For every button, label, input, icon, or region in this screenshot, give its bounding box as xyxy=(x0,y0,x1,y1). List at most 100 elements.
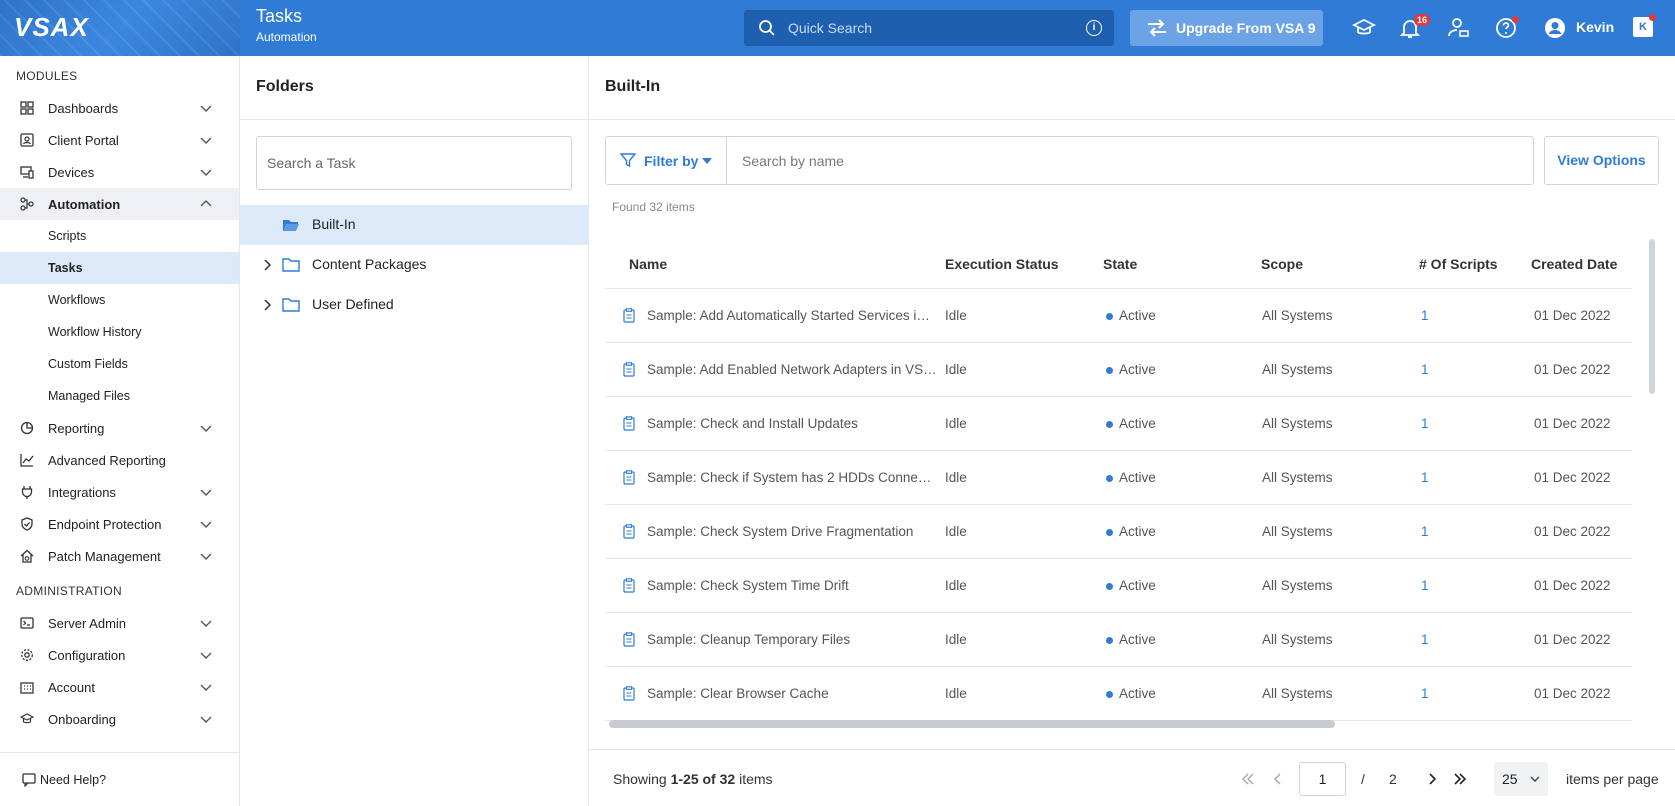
table-row[interactable]: Sample: Add Automatically Started Servic… xyxy=(605,289,1632,343)
created-date: 01 Dec 2022 xyxy=(1534,308,1611,323)
state-dot-icon xyxy=(1106,583,1113,590)
filter-by-button[interactable]: Filter by xyxy=(606,137,727,184)
user-name[interactable]: Kevin xyxy=(1576,19,1614,35)
script-count[interactable]: 1 xyxy=(1421,308,1429,323)
task-state: Active xyxy=(1119,362,1156,377)
script-count[interactable]: 1 xyxy=(1421,524,1429,539)
folder-user-defined[interactable]: User Defined xyxy=(240,285,589,325)
sidebar-item-onboarding[interactable]: Onboarding xyxy=(0,703,239,735)
task-search-field[interactable] xyxy=(256,136,572,190)
state-dot-icon xyxy=(1106,313,1113,320)
task-name[interactable]: Sample: Check System Drive Fragmentation xyxy=(647,524,937,539)
sidebar-item-integrations[interactable]: Integrations xyxy=(0,476,239,508)
sidebar-item-configuration[interactable]: Configuration xyxy=(0,639,239,671)
task-search-input[interactable] xyxy=(257,137,571,189)
user-avatar-icon[interactable] xyxy=(1543,16,1567,40)
table-row[interactable]: Sample: Check System Time Drift Idle Activ… xyxy=(605,559,1632,613)
sidebar-item-account[interactable]: Account xyxy=(0,671,239,703)
column-num-scripts[interactable]: # Of Scripts xyxy=(1419,256,1498,272)
sidebar-item-reporting[interactable]: Reporting xyxy=(0,412,239,444)
info-icon[interactable]: i xyxy=(1086,20,1102,36)
sidebar-item-patch-management[interactable]: Patch Management xyxy=(0,540,239,572)
script-count[interactable]: 1 xyxy=(1421,416,1429,431)
sidebar-subitem-tasks[interactable]: Tasks xyxy=(0,252,239,284)
sidebar-item-endpoint-protection[interactable]: Endpoint Protection xyxy=(0,508,239,540)
vertical-scrollbar[interactable] xyxy=(1649,239,1655,394)
task-clipboard-icon xyxy=(623,632,635,647)
showing-summary: Showing 1-25 of 32 items xyxy=(613,771,773,787)
table-row[interactable]: Sample: Check if System has 2 HDDs Conne… xyxy=(605,451,1632,505)
sidebar-item-dashboards[interactable]: Dashboards xyxy=(0,92,239,124)
sidebar-item-advanced-reporting[interactable]: Advanced Reporting xyxy=(0,444,239,476)
task-scope: All Systems xyxy=(1262,524,1333,539)
task-name[interactable]: Sample: Check if System has 2 HDDs Conne… xyxy=(647,470,937,485)
script-count[interactable]: 1 xyxy=(1421,470,1429,485)
need-help-link[interactable]: Need Help? xyxy=(0,752,239,806)
script-count[interactable]: 1 xyxy=(1421,632,1429,647)
view-options-button[interactable]: View Options xyxy=(1544,136,1659,185)
script-count[interactable]: 1 xyxy=(1421,578,1429,593)
sidebar-item-client-portal[interactable]: Client Portal xyxy=(0,124,239,156)
last-page-icon[interactable] xyxy=(1453,772,1467,786)
upgrade-button[interactable]: Upgrade From VSA 9 xyxy=(1130,10,1323,46)
script-count[interactable]: 1 xyxy=(1421,362,1429,377)
showing-prefix: Showing xyxy=(613,771,667,787)
task-name[interactable]: Sample: Add Enabled Network Adapters in … xyxy=(647,362,937,377)
main-header: Built-In xyxy=(589,56,1675,120)
remote-user-icon[interactable] xyxy=(1446,16,1470,40)
task-state: Active xyxy=(1119,308,1156,323)
sidebar-subitem-scripts[interactable]: Scripts xyxy=(0,220,239,252)
created-date: 01 Dec 2022 xyxy=(1534,416,1611,431)
folder-content-packages[interactable]: Content Packages xyxy=(240,245,589,285)
column-created-date[interactable]: Created Date xyxy=(1531,256,1617,272)
horizontal-scrollbar[interactable] xyxy=(609,720,1335,728)
execution-status: Idle xyxy=(945,308,967,323)
sidebar-subitem-workflows[interactable]: Workflows xyxy=(0,284,239,316)
items-per-page-select[interactable]: 25 xyxy=(1494,762,1548,796)
task-name[interactable]: Sample: Clear Browser Cache xyxy=(647,686,937,701)
table-row[interactable]: Sample: Cleanup Temporary Files Idle Activ… xyxy=(605,613,1632,667)
logo[interactable]: VSAX xyxy=(0,0,240,56)
quick-search[interactable]: Quick Search i xyxy=(744,10,1114,46)
table-row[interactable]: Sample: Check System Drive Fragmentation… xyxy=(605,505,1632,559)
task-scope: All Systems xyxy=(1262,362,1333,377)
task-name[interactable]: Sample: Check System Time Drift xyxy=(647,578,937,593)
chart-line-icon xyxy=(20,454,34,467)
name-search-input[interactable] xyxy=(728,137,1533,184)
graduation-cap-icon[interactable] xyxy=(1352,16,1376,40)
previous-page-icon[interactable] xyxy=(1271,772,1285,786)
sidebar-item-devices[interactable]: Devices xyxy=(0,156,239,188)
task-name[interactable]: Sample: Add Automatically Started Servic… xyxy=(647,308,937,323)
task-scope: All Systems xyxy=(1262,416,1333,431)
sidebar-item-server-admin[interactable]: Server Admin xyxy=(0,607,239,639)
page-number-input[interactable]: 1 xyxy=(1299,762,1346,796)
first-page-icon[interactable] xyxy=(1241,772,1255,786)
sidebar-subitem-workflow-history[interactable]: Workflow History xyxy=(0,316,239,348)
chevron-down-icon xyxy=(200,489,212,496)
sidebar-item-automation[interactable]: Automation xyxy=(0,188,239,220)
folder-label: Content Packages xyxy=(312,256,427,272)
task-name[interactable]: Sample: Check and Install Updates xyxy=(647,416,937,431)
created-date: 01 Dec 2022 xyxy=(1534,632,1611,647)
sidebar-subitem-label: Managed Files xyxy=(48,389,130,403)
sidebar-subitem-managed-files[interactable]: Managed Files xyxy=(0,380,239,412)
column-execution-status[interactable]: Execution Status xyxy=(945,256,1059,272)
page-title: Tasks xyxy=(256,6,303,26)
column-name[interactable]: Name xyxy=(629,256,667,272)
sidebar-subitem-custom-fields[interactable]: Custom Fields xyxy=(0,348,239,380)
column-state[interactable]: State xyxy=(1103,256,1137,272)
next-page-icon[interactable] xyxy=(1425,772,1439,786)
task-name[interactable]: Sample: Cleanup Temporary Files xyxy=(647,632,937,647)
chevron-right-icon[interactable] xyxy=(262,259,272,271)
table-row[interactable]: Sample: Clear Browser Cache Idle Active All… xyxy=(605,667,1632,721)
sidebar: MODULES Dashboards Client Portal Devices… xyxy=(0,56,240,806)
table-row[interactable]: Sample: Add Enabled Network Adapters in … xyxy=(605,343,1632,397)
table-row[interactable]: Sample: Check and Install Updates Idle Act… xyxy=(605,397,1632,451)
name-search-field[interactable] xyxy=(728,137,1533,184)
script-count[interactable]: 1 xyxy=(1421,686,1429,701)
sidebar-item-label: Endpoint Protection xyxy=(48,517,162,532)
chevron-right-icon[interactable] xyxy=(262,299,272,311)
folder-built-in[interactable]: Built-In xyxy=(240,205,589,245)
column-scope[interactable]: Scope xyxy=(1261,256,1303,272)
sidebar-item-label: Integrations xyxy=(48,485,116,500)
